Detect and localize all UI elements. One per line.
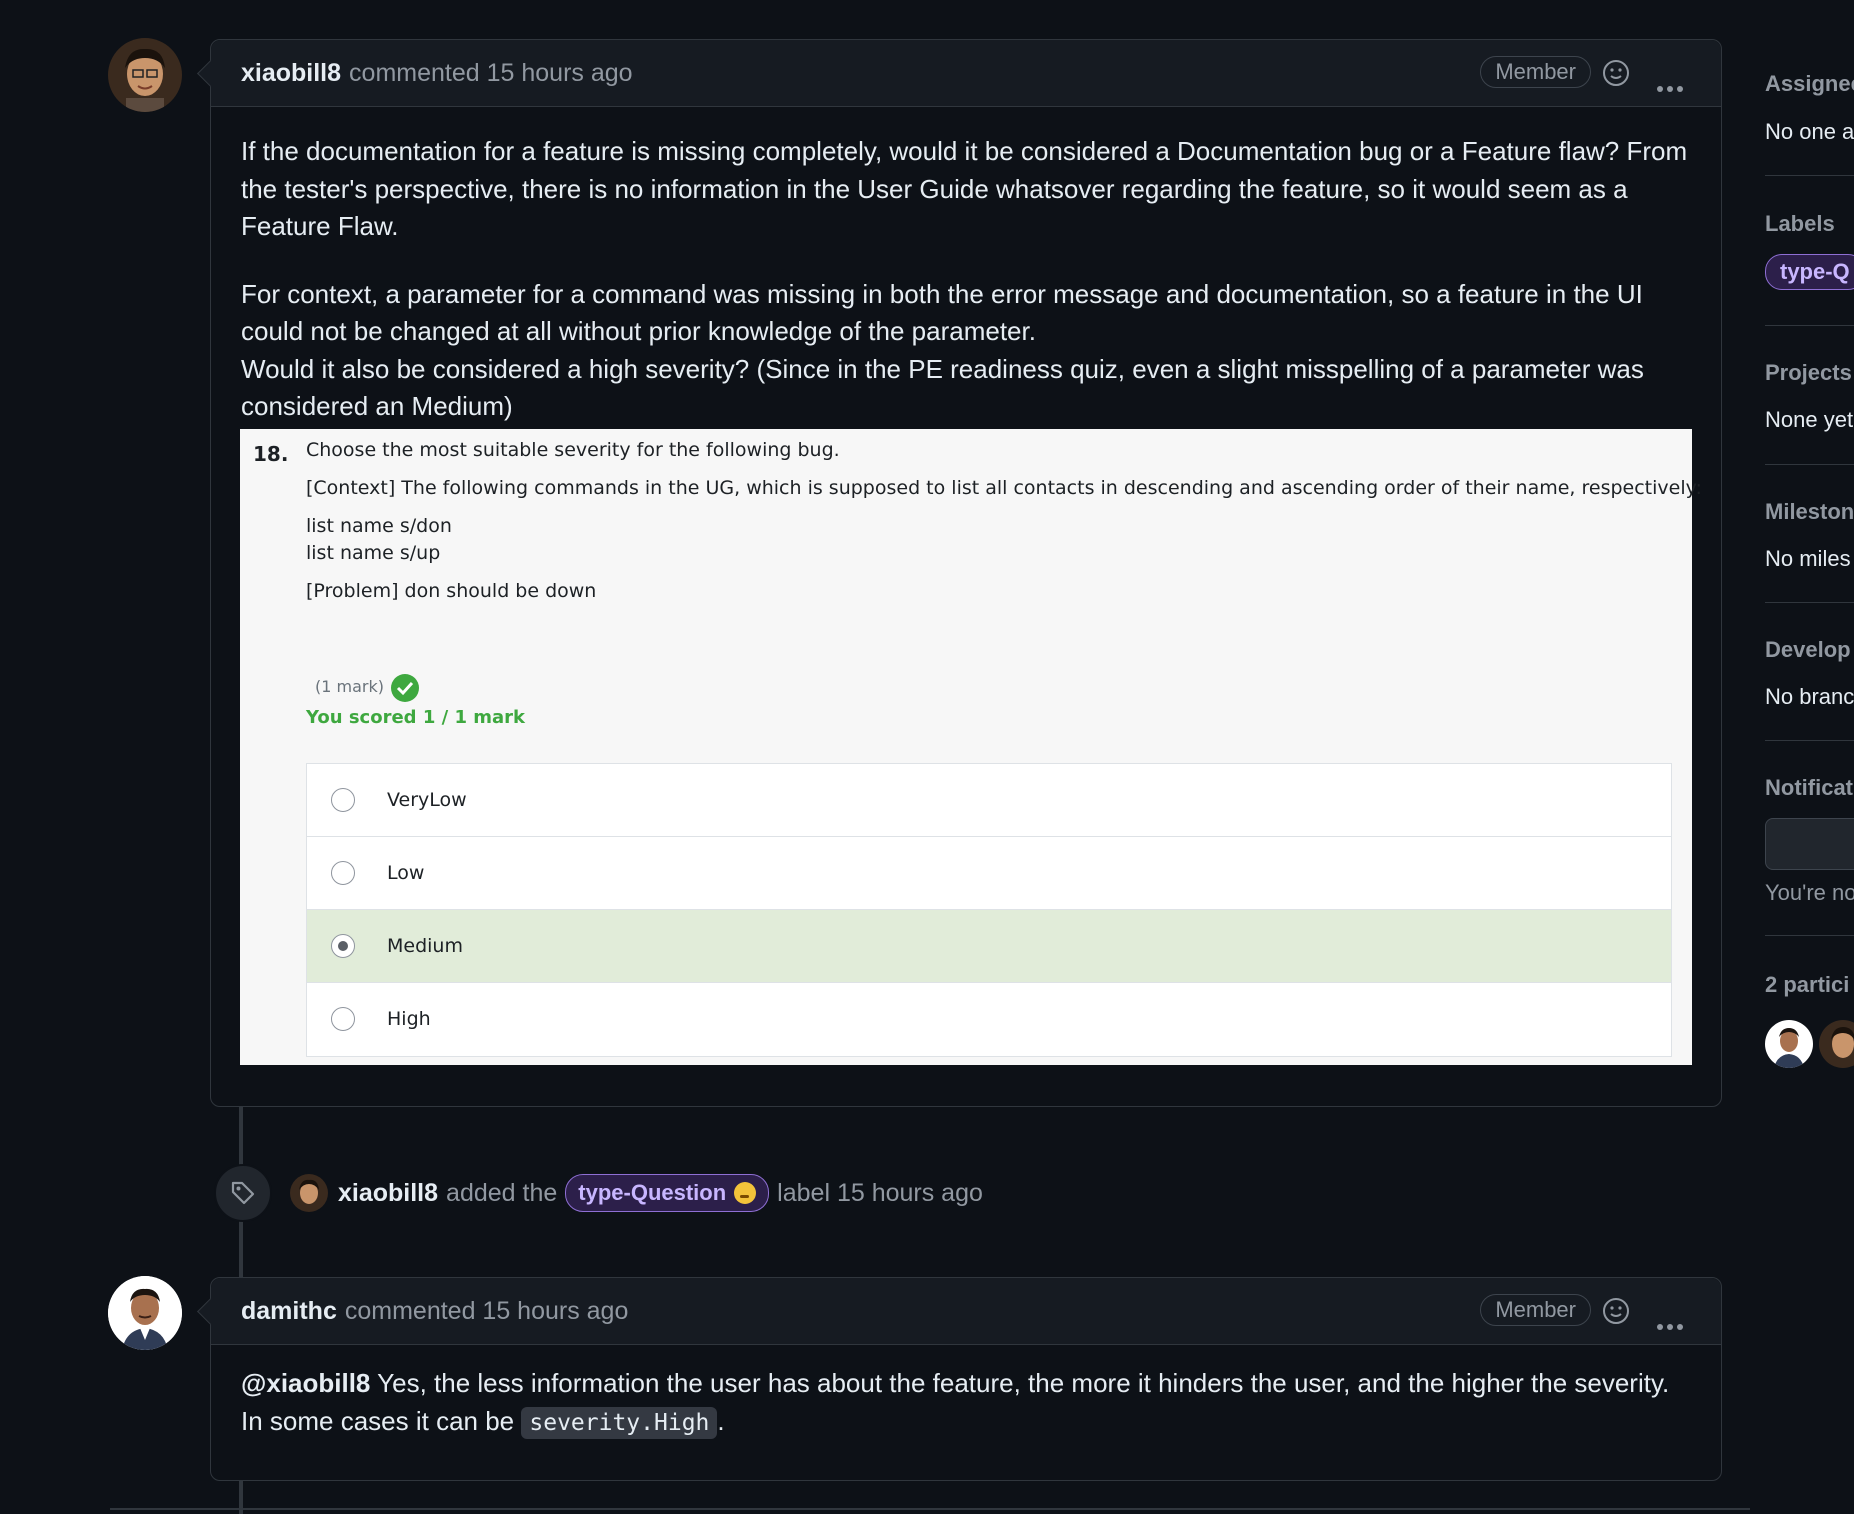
mark-value: (1 mark) xyxy=(315,677,384,696)
avatar-xiaobill8[interactable] xyxy=(108,38,182,112)
option-label: Low xyxy=(387,862,425,884)
comment-card: damithc commented 15 hours ago Member @x… xyxy=(197,1277,1722,1481)
radio-button[interactable] xyxy=(331,861,355,885)
comment-author[interactable]: damithc xyxy=(241,1297,337,1326)
option-low[interactable]: Low xyxy=(307,837,1671,910)
comment-paragraph: @xiaobill8 Yes, the less information the… xyxy=(241,1365,1691,1403)
comment-header: damithc commented 15 hours ago Member xyxy=(211,1278,1721,1345)
sidebar-divider xyxy=(1765,602,1854,603)
sidebar-development-title[interactable]: Develop xyxy=(1765,637,1851,663)
question-text: Choose the most suitable severity for th… xyxy=(306,439,840,461)
option-label: Medium xyxy=(387,935,463,957)
score-text: You scored 1 / 1 mark xyxy=(306,707,525,728)
comment-body: If the documentation for a feature is mi… xyxy=(211,107,1721,426)
sidebar-participants-title: 2 partici xyxy=(1765,972,1850,997)
question-number: 18. xyxy=(253,442,289,466)
subscribe-button[interactable] xyxy=(1765,818,1854,870)
question-context: [Context] The following commands in the … xyxy=(306,477,1702,499)
comment-body: @xiaobill8 Yes, the less information the… xyxy=(211,1345,1721,1442)
option-high[interactable]: High xyxy=(307,983,1671,1055)
question-problem: [Problem] don should be down xyxy=(306,580,597,602)
sidebar-assignees-title[interactable]: Assignee xyxy=(1765,71,1854,97)
option-label: VeryLow xyxy=(387,789,467,811)
comment-paragraph: If the documentation for a feature is mi… xyxy=(241,136,1688,241)
add-reaction-icon[interactable] xyxy=(1601,1296,1631,1326)
sidebar-milestone-title[interactable]: Milestone xyxy=(1765,499,1854,525)
sidebar-assignees-value: No one a xyxy=(1765,119,1854,144)
sidebar-projects-value: None yet xyxy=(1765,407,1854,432)
thinking-face-icon xyxy=(734,1182,757,1204)
option-label: High xyxy=(387,1008,431,1030)
comment-text: . xyxy=(717,1405,725,1436)
sidebar-notifications-value: You're no xyxy=(1765,880,1854,905)
sidebar-divider xyxy=(1765,935,1854,936)
user-mention[interactable]: @xiaobill8 xyxy=(241,1368,370,1398)
sidebar-divider xyxy=(1765,325,1854,326)
event-suffix: label 15 hours ago xyxy=(777,1178,983,1207)
sidebar-labels-title[interactable]: Labels xyxy=(1765,211,1835,237)
event-author[interactable]: xiaobill8 xyxy=(338,1179,438,1208)
comment-author[interactable]: xiaobill8 xyxy=(241,59,341,88)
radio-button[interactable] xyxy=(331,1007,355,1031)
event-action: added the xyxy=(446,1178,558,1207)
member-badge: Member xyxy=(1480,1294,1591,1326)
label-name: type-Question xyxy=(578,1180,727,1205)
quiz-screenshot-image[interactable]: 18. Choose the most suitable severity fo… xyxy=(240,429,1702,1065)
radio-button-selected[interactable] xyxy=(331,934,355,958)
tag-icon xyxy=(214,1164,272,1222)
option-medium[interactable]: Medium xyxy=(307,910,1671,983)
sidebar-projects-title[interactable]: Projects xyxy=(1765,360,1852,386)
check-icon xyxy=(391,674,419,702)
sidebar-divider xyxy=(1765,740,1854,741)
event-text: xiaobill8 added the type-Question label … xyxy=(338,1174,983,1212)
sidebar-development-value: No branc xyxy=(1765,684,1854,709)
inline-code: severity.High xyxy=(521,1406,718,1439)
sidebar-label-pill[interactable]: type-Q xyxy=(1765,254,1854,290)
radio-button[interactable] xyxy=(331,788,355,812)
sidebar-notifications-title: Notificat xyxy=(1765,775,1853,800)
comment-paragraph: In some cases it can be severity.High. xyxy=(241,1403,1691,1443)
question-command: list name s/up xyxy=(306,542,441,564)
sidebar-divider xyxy=(1765,464,1854,465)
avatar-xiaobill8-small[interactable] xyxy=(290,1174,328,1212)
comment-paragraph: For context, a parameter for a command w… xyxy=(241,278,1643,347)
comment-text: In some cases it can be xyxy=(241,1405,515,1436)
member-badge: Member xyxy=(1480,56,1591,88)
answer-options: VeryLow Low Medium High xyxy=(306,763,1672,1057)
comment-timestamp[interactable]: commented 15 hours ago xyxy=(349,59,633,88)
sidebar-divider xyxy=(1765,175,1854,176)
option-verylow[interactable]: VeryLow xyxy=(307,764,1671,837)
label-event: xiaobill8 added the type-Question label … xyxy=(214,1163,1314,1223)
comment-timestamp[interactable]: commented 15 hours ago xyxy=(345,1297,629,1326)
avatar-damithc[interactable] xyxy=(108,1276,182,1350)
participant-avatar-xiaobill8[interactable] xyxy=(1819,1020,1854,1068)
more-options-icon[interactable] xyxy=(1657,70,1687,99)
more-options-icon[interactable] xyxy=(1657,1308,1687,1337)
add-reaction-icon[interactable] xyxy=(1601,58,1631,88)
label-pill[interactable]: type-Question xyxy=(565,1174,770,1212)
question-command: list name s/don xyxy=(306,515,452,537)
comment-text: Yes, the less information the user has a… xyxy=(377,1368,1670,1398)
sidebar-milestone-value: No miles xyxy=(1765,546,1851,571)
comment-header: xiaobill8 commented 15 hours ago Member xyxy=(211,40,1721,107)
divider xyxy=(110,1508,1750,1510)
comment-paragraph: Would it also be considered a high sever… xyxy=(241,353,1644,422)
issue-sidebar: Assignee No one a Labels type-Q Projects… xyxy=(1765,0,1854,1514)
participant-avatar-damithc[interactable] xyxy=(1765,1020,1813,1068)
